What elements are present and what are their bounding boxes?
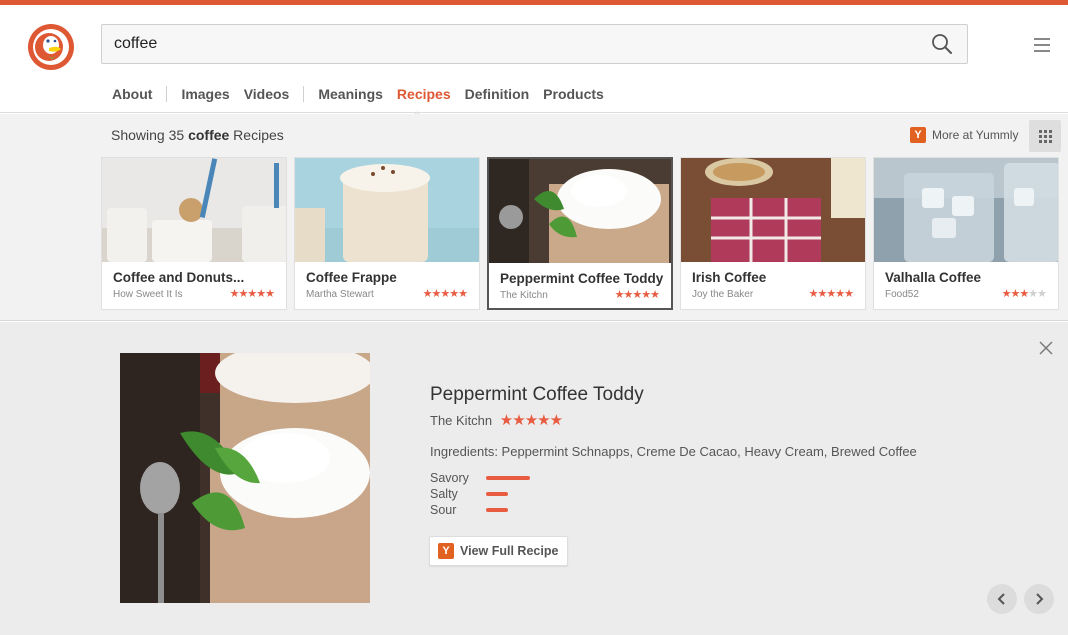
- flavor-row: Sour: [430, 502, 530, 518]
- star-filled-icon: ★: [458, 288, 468, 300]
- star-filled-icon: ★: [247, 288, 257, 300]
- more-at-yummly-link[interactable]: Y More at Yummly: [910, 127, 1018, 143]
- recipe-source: Joy the Baker: [692, 289, 754, 300]
- star-filled-icon: ★: [1001, 288, 1012, 300]
- recipe-source: How Sweet It Is: [113, 289, 183, 300]
- star-empty-icon: ★: [1028, 288, 1038, 300]
- recipe-rating: ★★★★★: [422, 287, 468, 300]
- tab-about[interactable]: About: [112, 86, 152, 102]
- star-filled-icon: ★: [229, 288, 240, 300]
- tab-images[interactable]: Images: [181, 86, 229, 102]
- recipe-image: [874, 158, 1058, 262]
- star-filled-icon: ★: [632, 289, 642, 301]
- tab-definition[interactable]: Definition: [465, 86, 530, 102]
- header: About Images Videos Meanings Recipes Def…: [0, 5, 1068, 118]
- flavor-row: Salty: [430, 486, 530, 502]
- recipe-detail-rating: ★★★★★: [499, 412, 563, 429]
- search-input[interactable]: [114, 25, 914, 63]
- tab-products[interactable]: Products: [543, 86, 604, 102]
- recipe-detail-panel: Peppermint Coffee Toddy The Kitchn ★★★★★…: [0, 322, 1068, 635]
- flavor-bar: [486, 492, 508, 496]
- next-recipe-button[interactable]: [1024, 584, 1054, 614]
- recipe-tile[interactable]: Coffee Frappe Martha Stewart ★★★★★: [294, 157, 480, 310]
- chevron-right-icon: [1036, 593, 1044, 605]
- grid-view-icon[interactable]: [1029, 120, 1061, 152]
- star-filled-icon: ★: [449, 288, 459, 300]
- recipe-title: Peppermint Coffee Toddy: [500, 271, 664, 286]
- tab-divider: [303, 86, 305, 102]
- tab-divider: [166, 86, 168, 102]
- recipe-image: [295, 158, 479, 262]
- recipe-detail-source: The Kitchn ★★★★★: [430, 411, 563, 429]
- recipe-rating: ★★★★★: [808, 287, 854, 300]
- recipe-image: [489, 159, 671, 263]
- recipe-ingredients: Ingredients: Peppermint Schnapps, Creme …: [430, 444, 917, 459]
- star-filled-icon: ★: [614, 289, 625, 301]
- recipe-detail-title: Peppermint Coffee Toddy: [430, 384, 644, 405]
- flavor-bar: [486, 508, 508, 512]
- yummly-icon: Y: [910, 127, 926, 143]
- more-at-yummly-label: More at Yummly: [932, 128, 1019, 142]
- recipe-rating: ★★★★★: [229, 287, 275, 300]
- recipe-image: [102, 158, 286, 262]
- search-tabs: About Images Videos Meanings Recipes Def…: [112, 84, 618, 104]
- star-empty-icon: ★: [1037, 288, 1047, 300]
- recipe-tile-selected[interactable]: Peppermint Coffee Toddy The Kitchn ★★★★★: [487, 157, 673, 310]
- recipe-detail-source-label: The Kitchn: [430, 413, 493, 428]
- flavor-bar: [486, 476, 530, 480]
- tab-videos[interactable]: Videos: [244, 86, 290, 102]
- flavor-label: Sour: [430, 503, 457, 517]
- star-filled-icon: ★: [549, 412, 563, 429]
- recipe-source: Martha Stewart: [306, 289, 374, 300]
- recipe-title: Valhalla Coffee: [885, 270, 982, 285]
- results-count: Showing 35 coffee Recipes: [111, 127, 284, 143]
- flavor-label: Savory: [430, 471, 469, 485]
- recipe-title: Coffee and Donuts...: [113, 270, 245, 285]
- duckduckgo-logo[interactable]: [27, 23, 75, 71]
- star-filled-icon: ★: [512, 412, 525, 429]
- recipe-rating: ★★★★★: [614, 288, 660, 301]
- recipe-image: [681, 158, 865, 262]
- recipe-source: The Kitchn: [500, 290, 548, 301]
- search-box: [101, 24, 968, 64]
- star-filled-icon: ★: [440, 288, 450, 300]
- recipe-detail-image: [120, 353, 370, 603]
- view-full-recipe-label: View Full Recipe: [460, 544, 559, 558]
- star-filled-icon: ★: [641, 289, 651, 301]
- star-filled-icon: ★: [835, 288, 845, 300]
- recipe-tile[interactable]: Irish Coffee Joy the Baker ★★★★★: [680, 157, 866, 310]
- search-icon[interactable]: [931, 33, 953, 55]
- flavor-label: Salty: [430, 487, 458, 501]
- flavor-row: Savory: [430, 470, 530, 486]
- star-filled-icon: ★: [1019, 288, 1029, 300]
- star-filled-icon: ★: [808, 288, 819, 300]
- close-icon[interactable]: [1038, 340, 1054, 356]
- recipe-title: Irish Coffee: [692, 270, 767, 285]
- recipe-source: Food52: [885, 289, 919, 300]
- recipe-tiles: Coffee and Donuts... How Sweet It Is ★★★…: [101, 157, 1066, 310]
- star-filled-icon: ★: [265, 288, 275, 300]
- recipe-results: Showing 35 coffee Recipes Y More at Yumm…: [0, 114, 1068, 321]
- star-filled-icon: ★: [256, 288, 266, 300]
- recipe-tile[interactable]: Coffee and Donuts... How Sweet It Is ★★★…: [101, 157, 287, 310]
- recipe-tile[interactable]: Valhalla Coffee Food52 ★★★★★: [873, 157, 1059, 310]
- star-filled-icon: ★: [826, 288, 836, 300]
- previous-recipe-button[interactable]: [987, 584, 1017, 614]
- view-full-recipe-button[interactable]: Y View Full Recipe: [429, 536, 568, 566]
- star-filled-icon: ★: [422, 288, 433, 300]
- star-filled-icon: ★: [537, 412, 550, 429]
- star-filled-icon: ★: [524, 412, 538, 429]
- chevron-left-icon: [997, 593, 1005, 605]
- yummly-icon: Y: [438, 543, 454, 559]
- recipe-rating: ★★★★★: [1001, 287, 1047, 300]
- flavor-profile: Savory Salty Sour: [430, 470, 530, 518]
- star-filled-icon: ★: [844, 288, 854, 300]
- recipe-title: Coffee Frappe: [306, 270, 397, 285]
- tab-recipes[interactable]: Recipes: [397, 86, 451, 102]
- star-filled-icon: ★: [650, 289, 660, 301]
- tab-meanings[interactable]: Meanings: [318, 86, 383, 102]
- hamburger-menu-icon[interactable]: [1034, 38, 1050, 52]
- star-filled-icon: ★: [499, 412, 513, 429]
